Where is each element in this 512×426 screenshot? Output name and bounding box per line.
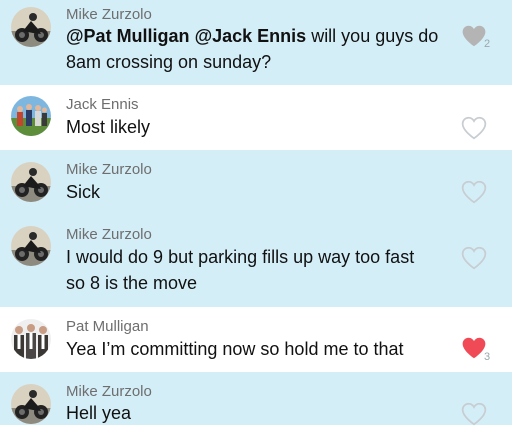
message-row[interactable]: Jack Ennis Most likely <box>0 85 512 150</box>
avatar[interactable] <box>11 384 51 424</box>
sender-name[interactable]: Mike Zurzolo <box>66 226 152 243</box>
photo-avatar-biker <box>11 226 51 266</box>
photo-avatar-biker <box>11 384 51 424</box>
sender-name[interactable]: Pat Mulligan <box>66 318 149 335</box>
heart-outline-icon[interactable] <box>461 116 487 140</box>
message-text: Yea I’m committing now so hold me to tha… <box>66 339 404 359</box>
message-row[interactable]: Mike Zurzolo Hell yea <box>0 372 512 425</box>
avatar[interactable] <box>11 319 51 359</box>
heart-outline-icon[interactable] <box>461 246 487 270</box>
heart-outline-icon[interactable] <box>461 402 487 426</box>
photo-avatar-suits <box>11 319 51 359</box>
sender-name[interactable]: Mike Zurzolo <box>66 383 152 400</box>
photo-avatar-group <box>11 96 51 136</box>
message-text: Most likely <box>66 117 151 137</box>
avatar[interactable] <box>11 7 51 47</box>
message-text: Sick <box>66 182 101 202</box>
avatar[interactable] <box>11 96 51 136</box>
message-row[interactable]: Mike Zurzolo @Pat Mulligan @Jack Ennis w… <box>0 0 512 85</box>
avatar[interactable] <box>11 226 51 266</box>
sender-name[interactable]: Mike Zurzolo <box>66 161 152 178</box>
message-row[interactable]: Pat Mulligan Yea I’m committing now so h… <box>0 307 512 372</box>
message-text: I would do 9 but parking fills up way to… <box>66 247 415 293</box>
photo-avatar-biker <box>11 7 51 47</box>
message-row[interactable]: Mike Zurzolo Sick <box>0 150 512 215</box>
like-count: 3 <box>484 351 491 363</box>
message-row[interactable]: Mike Zurzolo I would do 9 but parking fi… <box>0 215 512 307</box>
message-text: @Pat Mulligan @Jack Ennis will you guys … <box>66 23 451 75</box>
mention-link[interactable]: @Jack Ennis <box>195 26 307 46</box>
like-count: 2 <box>484 38 491 50</box>
avatar[interactable] <box>11 162 51 202</box>
sender-name[interactable]: Mike Zurzolo <box>66 6 152 23</box>
photo-avatar-biker <box>11 162 51 202</box>
sender-name[interactable]: Jack Ennis <box>66 96 139 113</box>
message-text: Hell yea <box>66 403 132 423</box>
mention-link[interactable]: @Pat Mulligan <box>66 26 190 46</box>
heart-outline-icon[interactable] <box>461 180 487 204</box>
